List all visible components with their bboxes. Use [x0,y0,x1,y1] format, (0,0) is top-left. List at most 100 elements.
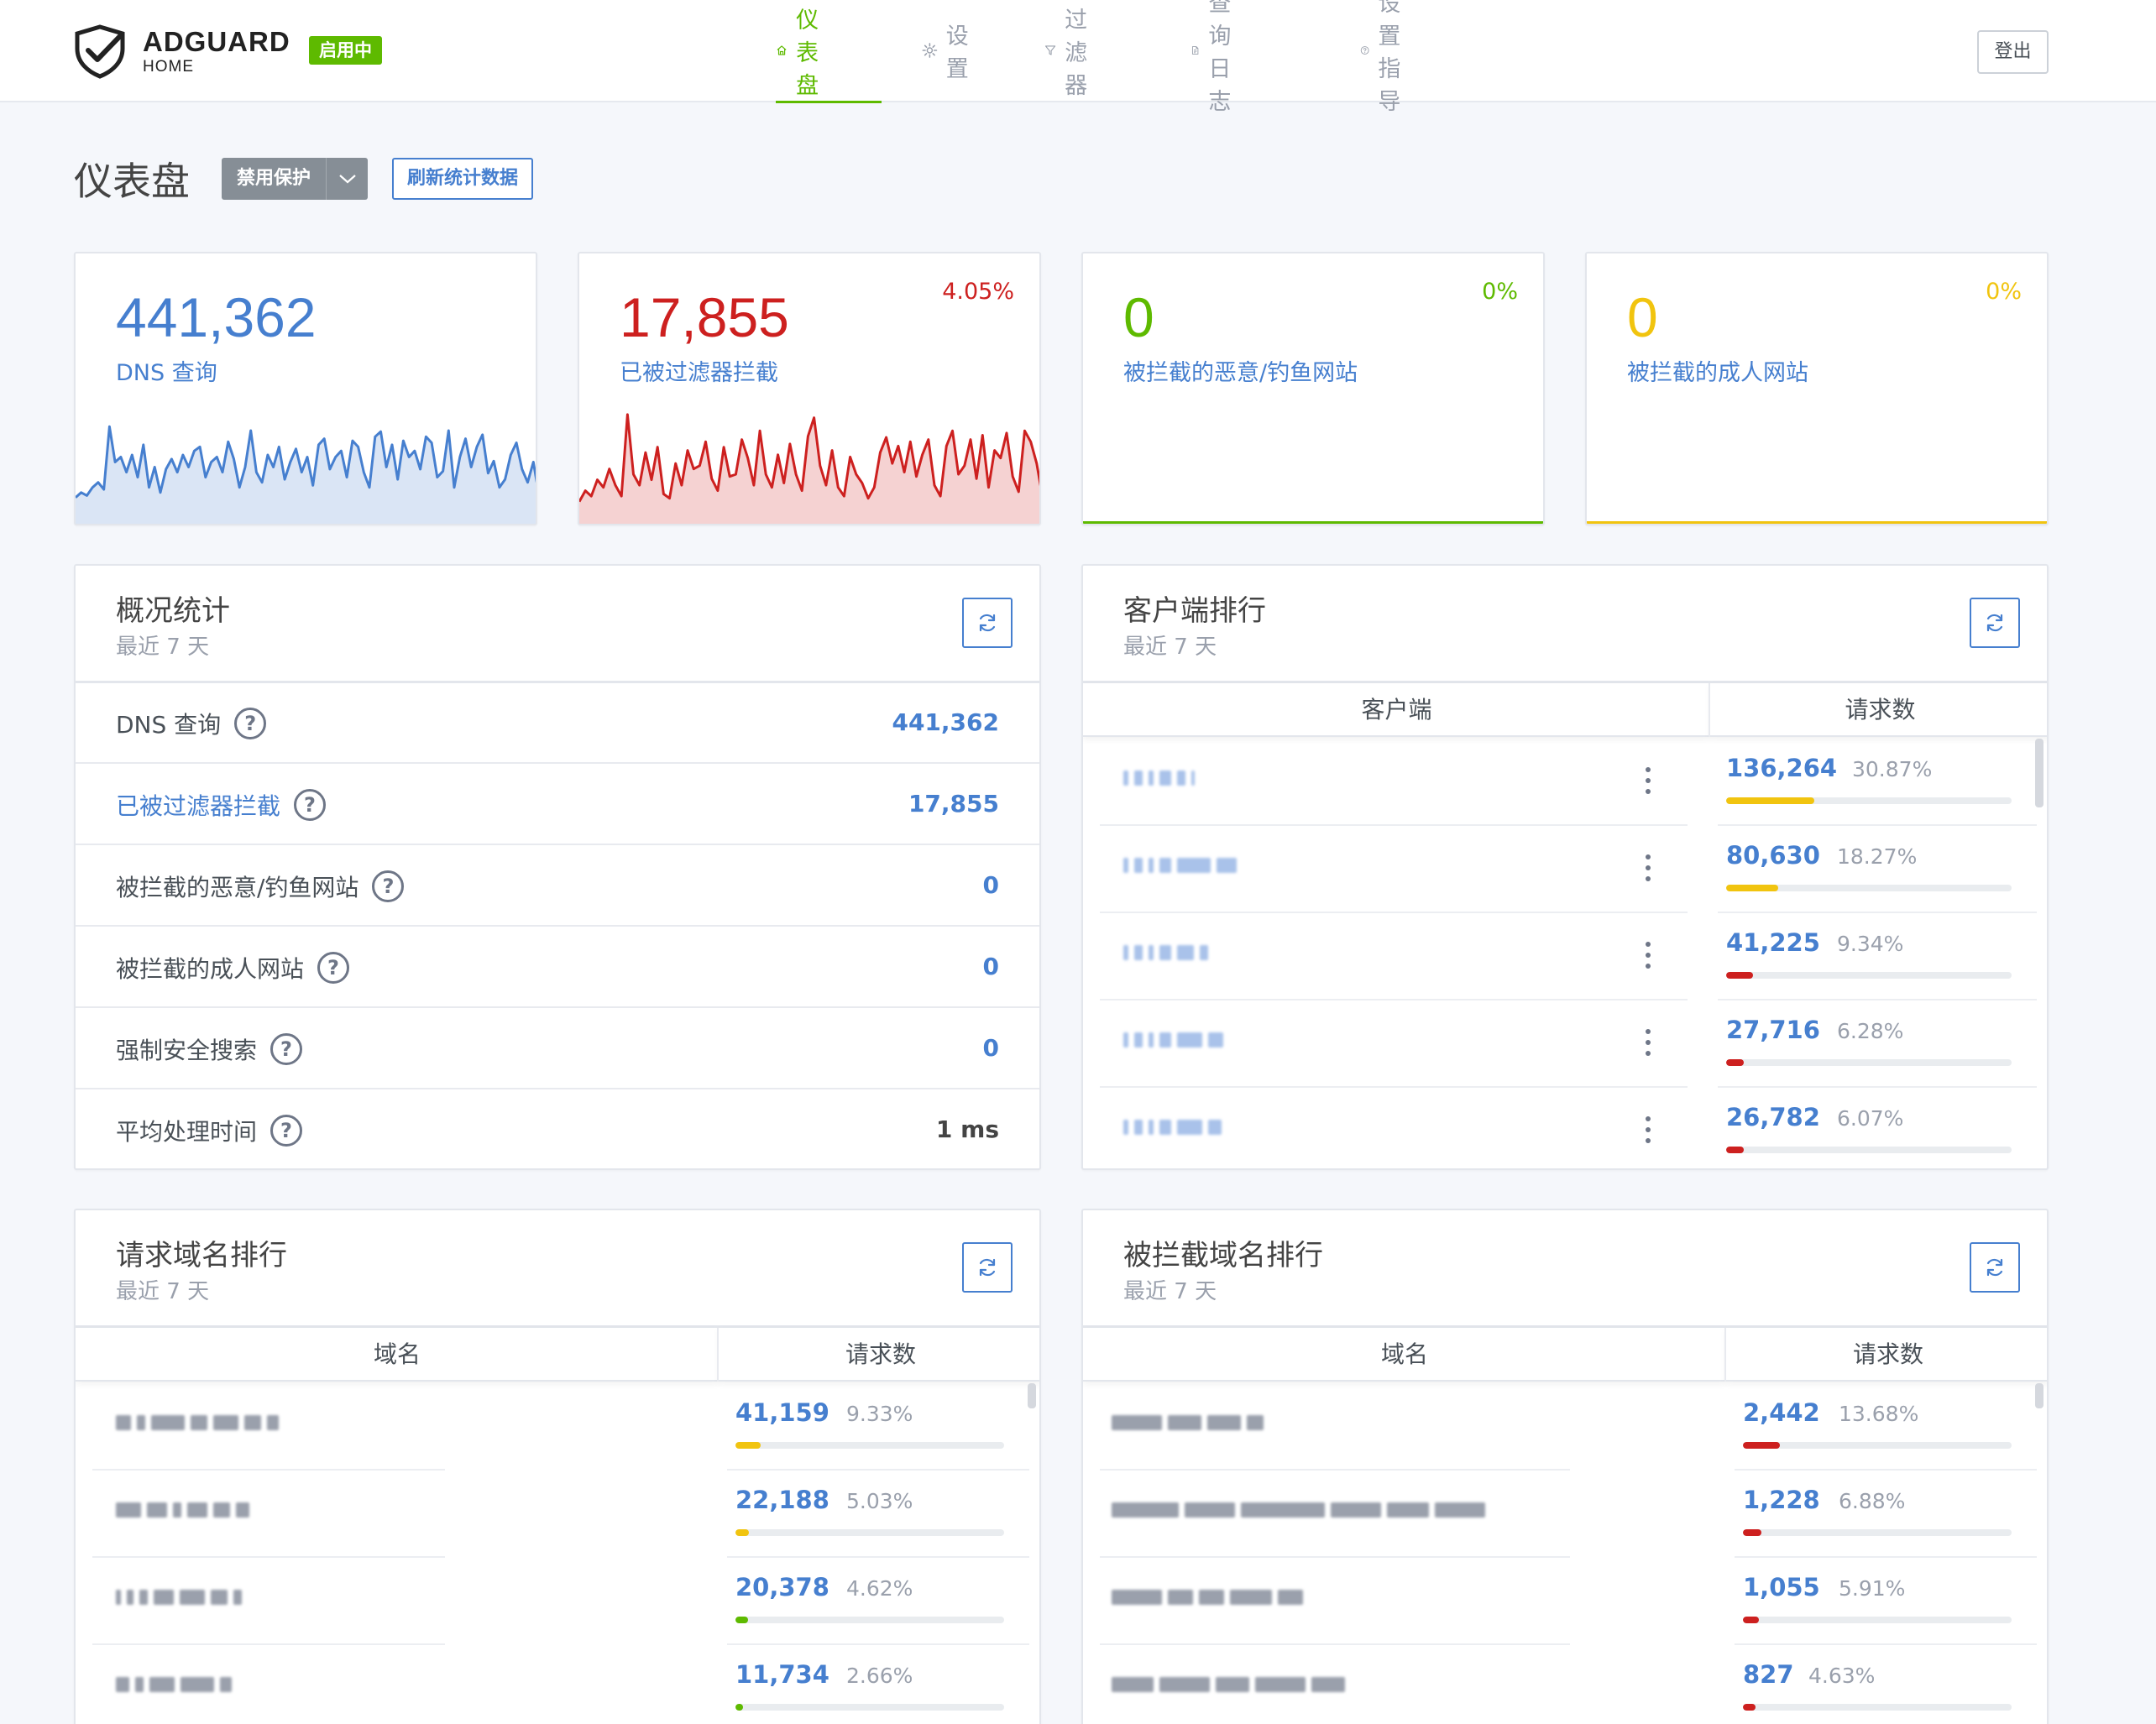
column-header-domain[interactable]: 域名 [1083,1328,1726,1382]
redacted-segment [1241,1502,1325,1518]
table-row[interactable]: 41,159 9.33% [76,1383,1039,1471]
table-row[interactable]: 1,055 5.91% [1083,1558,2047,1645]
help-icon[interactable]: ? [270,1033,303,1065]
stat-percent: 4.05% [942,279,1014,305]
brand-sub: HOME [143,58,194,76]
nav-filters[interactable]: 过滤器 [1044,8,1099,99]
disable-protection-button[interactable]: 禁用保护 [222,158,327,200]
nav-settings[interactable]: 设置 [922,24,976,82]
table-row[interactable]: 20,378 4.62% [76,1558,1039,1645]
more-options-icon[interactable] [1646,942,1651,974]
top-queried-domains-card: 请求域名排行 最近 7 天 域名 请求数 41,159 9.33% 22,188 5.… [74,1209,1041,1724]
refresh-button[interactable] [1970,1242,2020,1293]
request-count[interactable]: 27,716 [1726,1016,1820,1044]
redacted-segment [1134,945,1143,960]
table-row[interactable]: 80,630 18.27% [1083,826,2047,913]
table-row[interactable]: 136,264 30.87% [1083,739,2047,826]
column-header-client[interactable]: 客户端 [1083,683,1710,737]
progress-bar [1726,885,2012,891]
redacted-segment [1159,1677,1210,1692]
redacted-segment [1123,771,1128,786]
nav-query-log[interactable]: 查询日志 [1191,0,1245,115]
request-percent: 30.87% [1852,757,1933,781]
help-icon[interactable]: ? [234,708,267,739]
disable-protection-dropdown[interactable] [326,158,369,200]
table-row[interactable]: 827 4.63% [1083,1645,2047,1724]
redacted-segment [1177,1120,1202,1135]
request-count[interactable]: 80,630 [1726,841,1820,870]
request-percent: 13.68% [1839,1402,1919,1426]
refresh-stats-button[interactable]: 刷新统计数据 [392,158,534,200]
table-row[interactable]: 27,716 6.28% [1083,1000,2047,1088]
request-count[interactable]: 11,734 [735,1660,829,1689]
row-value: 0 [982,1034,999,1062]
progress-fill [1726,885,1779,891]
shield-check-icon [75,24,125,79]
request-count[interactable]: 1,055 [1743,1573,1820,1601]
row-label-text: 强制安全搜索 [116,1037,258,1064]
more-options-icon[interactable] [1646,854,1651,887]
top-blocked-domains-card: 被拦截域名排行 最近 7 天 域名 请求数 2,442 13.68% 1,228 6.… [1081,1209,2049,1724]
table-row[interactable]: 22,188 5.03% [76,1471,1039,1558]
more-options-icon[interactable] [1646,1029,1651,1062]
logout-button[interactable]: 登出 [1977,30,2049,74]
scrollbar-thumb[interactable] [2035,739,2043,807]
disable-protection-group: 禁用保护 [222,158,369,200]
request-count[interactable]: 2,442 [1743,1398,1820,1427]
request-count[interactable]: 1,228 [1743,1486,1820,1514]
redacted-segment [1199,1590,1224,1605]
row-value: 0 [982,953,999,980]
more-options-icon[interactable] [1646,767,1651,800]
scrollbar-thumb[interactable] [1028,1383,1036,1408]
more-options-dot [1646,1138,1651,1143]
more-options-dot [1646,789,1651,794]
more-options-dot [1646,876,1651,881]
redacted-text [116,1502,255,1518]
help-icon[interactable]: ? [372,870,405,902]
help-icon[interactable]: ? [294,789,327,821]
progress-fill [1743,1704,1756,1711]
scrollbar-thumb[interactable] [2035,1383,2043,1408]
more-options-dot [1646,942,1651,947]
sparkline-area [76,426,536,524]
request-count[interactable]: 26,782 [1726,1103,1820,1131]
top-clients-card: 客户端排行 最近 7 天 客户端 请求数 136,264 30.87% 80,630… [1081,564,2049,1170]
refresh-button[interactable] [1970,598,2020,648]
table-row[interactable]: 2,442 13.68% [1083,1383,2047,1471]
request-count[interactable]: 41,225 [1726,928,1820,957]
row-label-text[interactable]: 已被过滤器拦截 [116,788,280,822]
redacted-segment [1149,1032,1154,1047]
logo[interactable]: ADGUARD HOME [72,24,290,79]
redacted-segment [147,1502,167,1518]
table-row[interactable]: 26,782 6.07% [1083,1088,2047,1168]
request-count[interactable]: 827 [1743,1660,1794,1689]
column-header-domain[interactable]: 域名 [76,1328,719,1382]
more-options-icon[interactable] [1646,1116,1651,1149]
stat-card-blocked-adult: 0 被拦截的成人网站 0% [1585,252,2049,525]
refresh-button[interactable] [962,1242,1013,1293]
request-count[interactable]: 20,378 [735,1573,829,1601]
help-icon[interactable]: ? [317,952,350,984]
redacted-segment [1247,1415,1264,1430]
redacted-segment [236,1502,249,1518]
column-header-requests[interactable]: 请求数 [1710,683,2047,737]
redacted-segment [151,1415,185,1430]
stat-label: 被拦截的成人网站 [1627,360,1808,386]
table-row[interactable]: 11,734 2.66% [76,1645,1039,1724]
column-header-requests[interactable]: 请求数 [719,1328,1039,1382]
table-row[interactable]: 1,228 6.88% [1083,1471,2047,1558]
request-count[interactable]: 22,188 [735,1486,829,1514]
table-row[interactable]: 41,225 9.34% [1083,913,2047,1000]
refresh-button[interactable] [962,598,1013,648]
redacted-segment [1216,1677,1249,1692]
request-count[interactable]: 41,159 [735,1398,829,1427]
nav-dashboard[interactable]: 仪表盘 [776,8,830,99]
redacted-segment [1278,1590,1303,1605]
nav-setup-guide[interactable]: 设置指导 [1360,0,1415,115]
help-icon[interactable]: ? [270,1115,303,1147]
column-header-requests[interactable]: 请求数 [1726,1328,2047,1382]
filter-icon [1044,45,1056,55]
request-count[interactable]: 136,264 [1726,754,1837,782]
request-percent: 4.63% [1808,1664,1876,1688]
progress-fill [1743,1529,1762,1536]
